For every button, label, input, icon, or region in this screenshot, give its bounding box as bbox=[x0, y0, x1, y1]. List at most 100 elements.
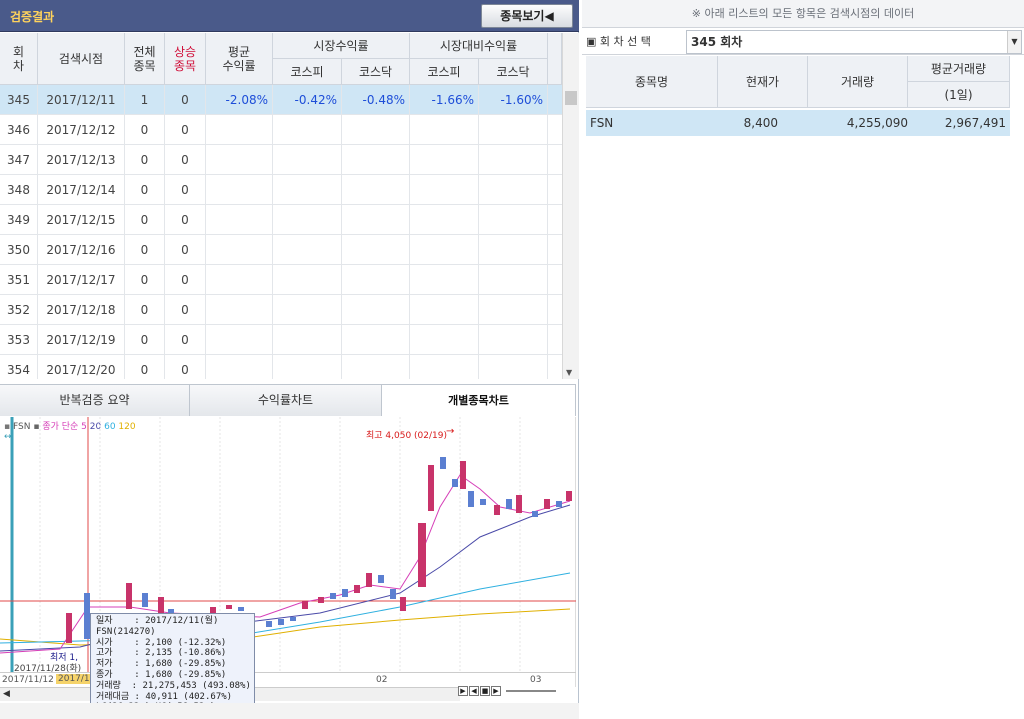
col-avg-volume[interactable]: 평균거래량 bbox=[908, 56, 1010, 82]
date-cell: 2017/12/18 bbox=[38, 295, 125, 325]
col-current-price[interactable]: 현재가 bbox=[718, 56, 808, 108]
data-notice: ※ 아래 리스트의 모든 항목은 검색시점의 데이터 bbox=[582, 0, 1024, 28]
rise-cell: 0 bbox=[165, 145, 206, 175]
col-vs-kosdaq[interactable]: 코스닥 bbox=[479, 59, 548, 85]
round-cell: 351 bbox=[0, 265, 38, 295]
total-cell: 0 bbox=[125, 205, 165, 235]
date-cell: 2017/12/16 bbox=[38, 235, 125, 265]
stop-icon[interactable]: ■ bbox=[480, 686, 490, 696]
round-select-label: ▣ 회 차 선 택 bbox=[586, 35, 651, 48]
x-axis: 2017/11/12 2017/12 02 03 bbox=[0, 672, 576, 686]
rise-cell: 0 bbox=[165, 265, 206, 295]
date-cell: 2017/12/17 bbox=[38, 265, 125, 295]
fast-forward-icon[interactable]: ▶ bbox=[491, 686, 501, 696]
table-vertical-scrollbar[interactable]: ▼ bbox=[562, 33, 579, 379]
round-cell: 353 bbox=[0, 325, 38, 355]
table-row[interactable]: 354 2017/12/20 0 0 bbox=[0, 355, 562, 379]
round-cell: 348 bbox=[0, 175, 38, 205]
scroll-left-icon[interactable]: ◀ bbox=[3, 689, 10, 699]
avg-return-cell: -2.08% bbox=[206, 85, 273, 115]
rise-cell: 0 bbox=[165, 205, 206, 235]
high-annotation: 최고 4,050 (02/19) bbox=[366, 431, 448, 441]
expand-icon[interactable]: ↔ bbox=[4, 432, 12, 442]
col-vs-kospi[interactable]: 코스피 bbox=[410, 59, 479, 85]
col-total-stocks[interactable]: 전체 종목 bbox=[125, 33, 165, 85]
stock-name-cell: FSN bbox=[590, 116, 614, 130]
speed-slider[interactable] bbox=[506, 689, 556, 692]
round-select-row: ▣ 회 차 선 택 345 회차 ▼ bbox=[582, 29, 1024, 55]
chart-tabs: 반복검증 요약 수익률차트 개별종목차트 bbox=[0, 384, 576, 416]
volume-cell: 4,255,090 bbox=[846, 116, 908, 130]
table-row[interactable]: 345 2017/12/11 1 0 -2.08% -0.42% -0.48% … bbox=[0, 85, 562, 115]
table-row[interactable]: 352 2017/12/18 0 0 bbox=[0, 295, 562, 325]
col-rising-stocks[interactable]: 상승 종목 bbox=[165, 33, 206, 85]
date-cell: 2017/12/20 bbox=[38, 355, 125, 379]
table-row[interactable]: 349 2017/12/15 0 0 bbox=[0, 205, 562, 235]
col-volume[interactable]: 거래량 bbox=[808, 56, 908, 108]
col-vs-market-return: 시장대비수익률 bbox=[410, 33, 548, 59]
chart-canvas bbox=[0, 417, 576, 672]
col-round[interactable]: 회 차 bbox=[0, 33, 38, 85]
total-cell: 0 bbox=[125, 265, 165, 295]
stock-candle-chart[interactable]: ▪ FSN ▪ 종가 단순 5 20 60 120 최고 4,050 (02/1… bbox=[0, 417, 576, 687]
table-row[interactable]: 347 2017/12/13 0 0 bbox=[0, 145, 562, 175]
col-stock-name[interactable]: 종목명 bbox=[586, 56, 718, 108]
market-kospi-cell: -0.42% bbox=[273, 85, 342, 115]
view-stocks-button[interactable]: 종목보기◀ bbox=[481, 4, 573, 28]
tab-repeat-summary[interactable]: 반복검증 요약 bbox=[0, 385, 190, 416]
col-avg-return[interactable]: 평균 수익률 bbox=[206, 33, 273, 85]
x-tick: 2017/11/12 bbox=[2, 675, 54, 685]
round-cell: 354 bbox=[0, 355, 38, 379]
rise-cell: 0 bbox=[165, 355, 206, 379]
round-cell: 349 bbox=[0, 205, 38, 235]
col-market-kosdaq[interactable]: 코스닥 bbox=[342, 59, 410, 85]
scrollbar-thumb[interactable] bbox=[565, 91, 577, 105]
round-cell: 346 bbox=[0, 115, 38, 145]
market-kosdaq-cell: -0.48% bbox=[342, 85, 410, 115]
tab-return-chart[interactable]: 수익률차트 bbox=[190, 385, 382, 416]
rise-cell: 0 bbox=[165, 175, 206, 205]
round-cell: 347 bbox=[0, 145, 38, 175]
date-cell: 2017/12/15 bbox=[38, 205, 125, 235]
date-cell: 2017/12/11 bbox=[38, 85, 125, 115]
rise-cell: 0 bbox=[165, 85, 206, 115]
table-row[interactable]: 346 2017/12/12 0 0 bbox=[0, 115, 562, 145]
total-cell: 0 bbox=[125, 295, 165, 325]
rise-cell: 0 bbox=[165, 115, 206, 145]
col-spacer bbox=[548, 33, 562, 85]
chevron-down-icon[interactable]: ▼ bbox=[1007, 31, 1021, 53]
total-cell: 0 bbox=[125, 325, 165, 355]
play-icon[interactable]: ▶ bbox=[458, 686, 468, 696]
rise-cell: 0 bbox=[165, 295, 206, 325]
table-row[interactable]: 353 2017/12/19 0 0 bbox=[0, 325, 562, 355]
stock-row[interactable]: FSN 8,400 4,255,090 2,967,491 bbox=[586, 110, 1010, 136]
avg-volume-cell: 2,967,491 bbox=[944, 116, 1006, 130]
rewind-icon[interactable]: ◀ bbox=[469, 686, 479, 696]
total-cell: 0 bbox=[125, 235, 165, 265]
date-cell: 2017/12/14 bbox=[38, 175, 125, 205]
x-tick: 02 bbox=[376, 675, 388, 685]
panel-title-bar: 검증결과 종목보기◀ bbox=[0, 0, 579, 32]
panel-title: 검증결과 bbox=[10, 10, 55, 24]
col-search-date[interactable]: 검색시점 bbox=[38, 33, 125, 85]
scroll-down-icon[interactable]: ▼ bbox=[566, 368, 572, 377]
round-select[interactable]: 345 회차 ▼ bbox=[686, 30, 1022, 54]
table-row[interactable]: 348 2017/12/14 0 0 bbox=[0, 175, 562, 205]
results-table: 회 차 검색시점 전체 종목 상승 종목 평균 수익률 시장수익률 시장대비수익… bbox=[0, 33, 562, 379]
total-cell: 0 bbox=[125, 175, 165, 205]
tab-stock-chart[interactable]: 개별종목차트 bbox=[382, 385, 576, 416]
x-tick: 03 bbox=[530, 675, 542, 685]
col-market-kospi[interactable]: 코스피 bbox=[273, 59, 342, 85]
round-cell: 350 bbox=[0, 235, 38, 265]
stock-list-panel: ※ 아래 리스트의 모든 항목은 검색시점의 데이터 ▣ 회 차 선 택 345… bbox=[582, 0, 1024, 719]
date-cell: 2017/12/19 bbox=[38, 325, 125, 355]
table-row[interactable]: 351 2017/12/17 0 0 bbox=[0, 265, 562, 295]
table-row[interactable]: 350 2017/12/16 0 0 bbox=[0, 235, 562, 265]
total-cell: 0 bbox=[125, 145, 165, 175]
rise-cell: 0 bbox=[165, 325, 206, 355]
verification-result-panel: 검증결과 종목보기◀ 회 차 검색시점 전체 종목 상승 종목 평균 수익률 시… bbox=[0, 0, 579, 719]
arrow-right-icon: → bbox=[446, 426, 455, 437]
total-cell: 0 bbox=[125, 115, 165, 145]
bottom-bar bbox=[0, 703, 579, 719]
round-cell: 345 bbox=[0, 85, 38, 115]
